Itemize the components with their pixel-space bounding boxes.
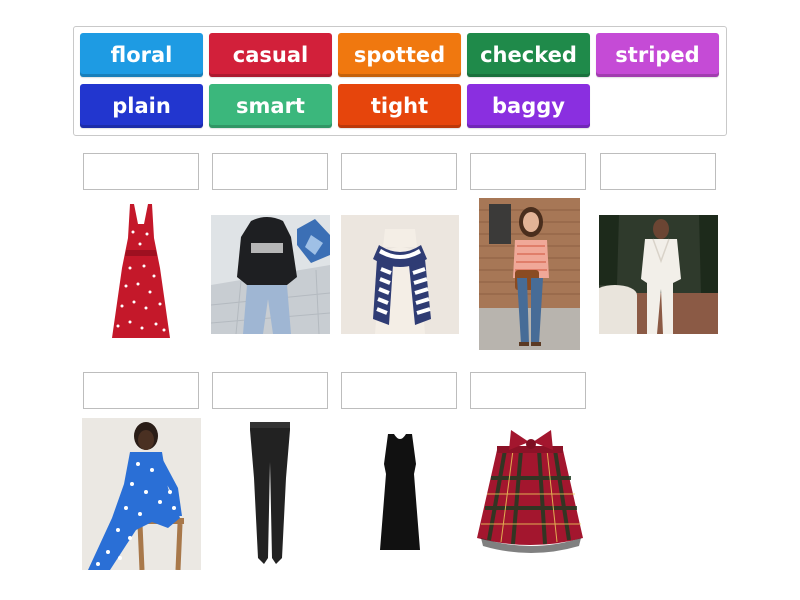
- answer-slot[interactable]: [212, 372, 328, 409]
- answer-slot[interactable]: [83, 153, 199, 190]
- word-tile-smart[interactable]: smart: [209, 84, 332, 128]
- answer-slot[interactable]: [83, 372, 199, 409]
- word-tile-spotted[interactable]: spotted: [338, 33, 461, 77]
- casual-outfit-woman-photo: [479, 198, 580, 350]
- word-tile-baggy[interactable]: baggy: [467, 84, 590, 128]
- tartan-skirt-photo: [471, 428, 590, 558]
- red-polka-dot-dress-photo: [100, 198, 182, 350]
- answer-slot[interactable]: [341, 153, 457, 190]
- word-tile-floral[interactable]: floral: [80, 33, 203, 77]
- answer-slot[interactable]: [470, 372, 586, 409]
- striped-scarf-photo: [341, 215, 459, 334]
- answer-slot[interactable]: [341, 372, 457, 409]
- black-plain-dress-photo: [370, 430, 430, 555]
- white-suit-photo: [599, 215, 718, 334]
- word-tile-striped[interactable]: striped: [596, 33, 719, 77]
- blue-floral-dress-photo: [82, 418, 201, 570]
- baggy-hoodie-jeans-photo: [211, 215, 330, 334]
- word-tile-casual[interactable]: casual: [209, 33, 332, 77]
- answer-slot[interactable]: [212, 153, 328, 190]
- black-leggings-photo: [232, 418, 308, 570]
- word-tile-tight[interactable]: tight: [338, 84, 461, 128]
- word-bank: floral casual spotted checked striped pl…: [73, 26, 727, 136]
- word-tile-checked[interactable]: checked: [467, 33, 590, 77]
- answer-slot[interactable]: [600, 153, 716, 190]
- word-tile-plain[interactable]: plain: [80, 84, 203, 128]
- answer-slot[interactable]: [470, 153, 586, 190]
